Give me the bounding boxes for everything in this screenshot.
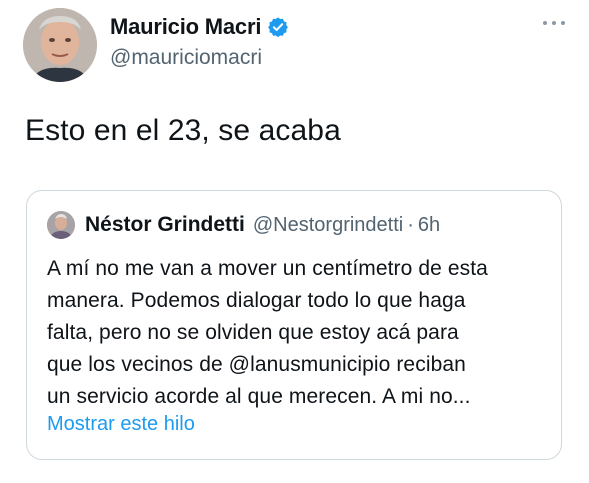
show-thread-link[interactable]: Mostrar este hilo bbox=[47, 413, 195, 436]
tweet: Mauricio Macri @mauriciomacri Esto en el… bbox=[0, 0, 589, 483]
quoted-tweet-text: A mí no me van a mover un centímetro de … bbox=[47, 253, 547, 413]
quoted-tweet-header: Néstor Grindetti @Nestorgrindetti · 6h bbox=[47, 211, 440, 239]
quoted-avatar-image bbox=[47, 211, 75, 239]
tweet-text: Esto en el 23, se acaba bbox=[25, 114, 341, 147]
more-dot bbox=[561, 21, 565, 25]
quoted-text-line: A mí no me van a mover un centímetro de … bbox=[47, 257, 488, 280]
author-name[interactable]: Mauricio Macri bbox=[110, 14, 261, 40]
quoted-author-avatar[interactable] bbox=[47, 211, 75, 239]
author-name-row: Mauricio Macri bbox=[110, 12, 289, 42]
quoted-text-line: un servicio acorde al que merecen. A mi … bbox=[47, 385, 471, 408]
quoted-author-handle[interactable]: @Nestorgrindetti bbox=[253, 214, 403, 237]
quoted-tweet-card[interactable]: Néstor Grindetti @Nestorgrindetti · 6h A… bbox=[26, 190, 562, 460]
verified-badge-icon bbox=[268, 17, 289, 38]
quoted-author-name[interactable]: Néstor Grindetti bbox=[85, 213, 245, 237]
quoted-tweet-timestamp[interactable]: 6h bbox=[418, 214, 440, 237]
quoted-text-line: falta, pero no se olviden que estoy acá … bbox=[47, 321, 459, 344]
more-dot bbox=[552, 21, 556, 25]
quoted-text-line: que los vecinos de @lanusmunicipio recib… bbox=[47, 353, 466, 376]
quoted-text-line: manera. Podemos dialogar todo lo que hag… bbox=[47, 289, 466, 312]
more-dot bbox=[543, 21, 547, 25]
separator-dot: · bbox=[407, 213, 414, 236]
more-horizontal-icon[interactable] bbox=[543, 20, 565, 26]
avatar-image bbox=[23, 8, 97, 82]
author-handle[interactable]: @mauriciomacri bbox=[110, 46, 262, 70]
author-avatar[interactable] bbox=[23, 8, 97, 82]
